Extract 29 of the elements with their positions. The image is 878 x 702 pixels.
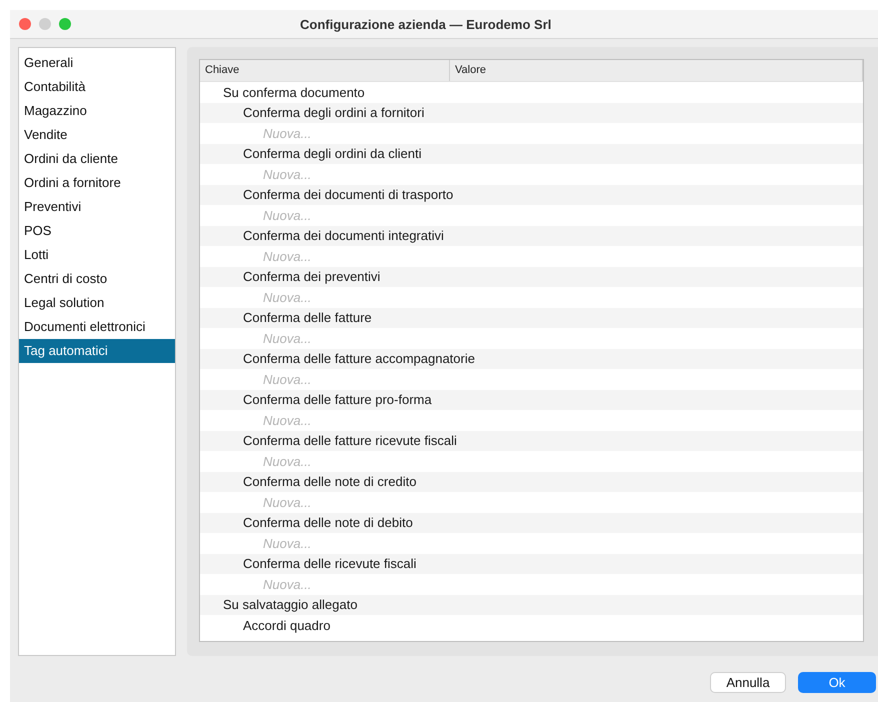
sidebar-item[interactable]: Magazzino (19, 99, 175, 123)
sidebar-item[interactable]: Generali (19, 51, 175, 75)
sidebar-item[interactable]: Preventivi (19, 195, 175, 219)
tree-row-label[interactable]: Conferma delle note di debito (243, 515, 413, 530)
ok-button[interactable]: Ok (798, 672, 876, 693)
tree-row-label[interactable]: Accordi quadro (243, 618, 330, 633)
sidebar-item[interactable]: Legal solution (19, 291, 175, 315)
tree-row-label[interactable]: Conferma delle note di credito (243, 474, 416, 490)
tree-row-label[interactable]: Su conferma documento (223, 84, 365, 100)
window-title: Configurazione azienda — Eurodemo Srl (300, 16, 552, 32)
sidebar-item[interactable]: Contabilità (19, 75, 175, 99)
sidebar-item[interactable]: POS (19, 219, 175, 243)
close-button[interactable] (19, 18, 31, 30)
tree-row-label[interactable]: Conferma delle ricevute fiscali (243, 556, 416, 572)
sidebar-item[interactable]: Centri di costo (19, 267, 175, 291)
cancel-button[interactable]: Annulla (710, 672, 786, 693)
sidebar-item[interactable]: Documenti elettronici (19, 315, 175, 339)
sidebar-item[interactable]: Tag automatici (19, 339, 175, 363)
tree-row-label[interactable]: Su salvataggio allegato (223, 597, 358, 612)
column-header[interactable]: Valore (450, 60, 863, 81)
minimize-button[interactable] (39, 18, 51, 30)
column-header[interactable]: Chiave (200, 60, 450, 81)
sidebar-item[interactable]: Lotti (19, 243, 175, 267)
sidebar-item[interactable]: Vendite (19, 123, 175, 147)
tree-row-label[interactable]: Conferma delle fatture (243, 310, 372, 326)
sidebar-item[interactable]: Ordini a fornitore (19, 171, 175, 195)
sidebar-item[interactable]: Ordini da cliente (19, 147, 175, 171)
zoom-button[interactable] (59, 18, 71, 30)
tree-row-label[interactable]: Conferma dei preventivi (243, 269, 380, 284)
